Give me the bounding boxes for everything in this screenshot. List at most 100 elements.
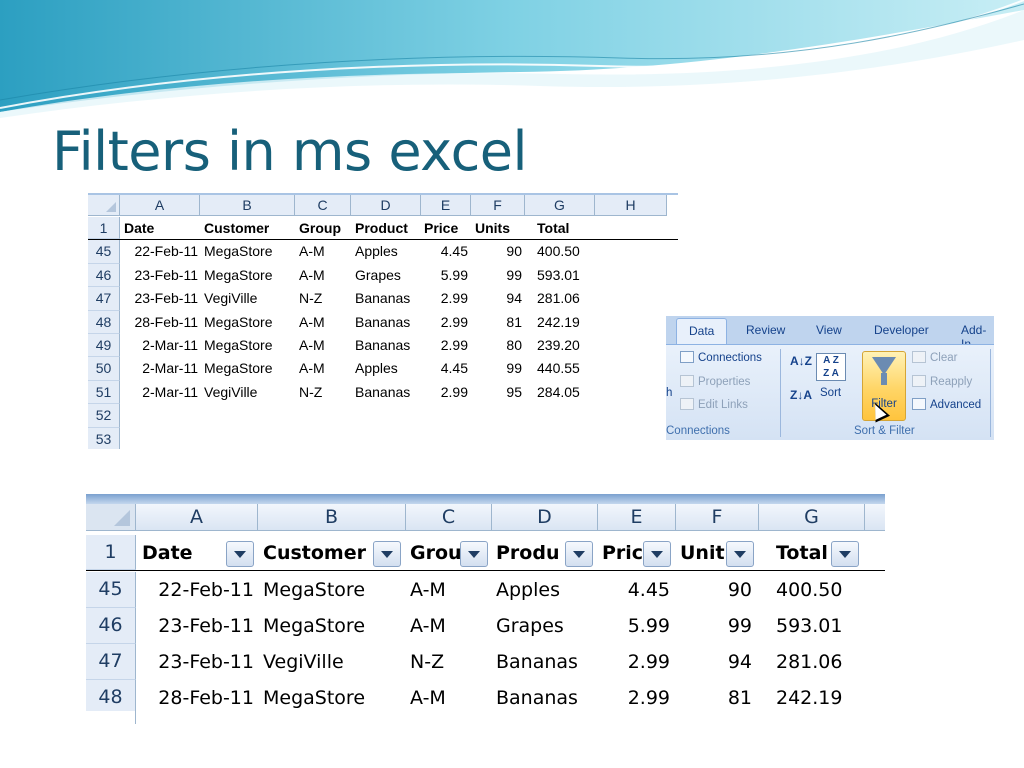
cell-group[interactable]: A-M <box>299 357 325 380</box>
column-header-A[interactable]: A <box>136 504 258 531</box>
cell-header-customer[interactable]: Customer <box>204 217 269 239</box>
cell-product[interactable]: Apples <box>492 572 564 608</box>
cell-units[interactable]: 99 <box>471 264 522 287</box>
cell-product[interactable]: Apples <box>355 357 398 380</box>
cell-date[interactable]: 22-Feb-11 <box>136 572 258 608</box>
filter-dropdown-total[interactable] <box>831 541 859 567</box>
cell-date[interactable]: 23-Feb-11 <box>136 608 258 644</box>
column-header-F[interactable]: F <box>676 504 759 531</box>
column-header-E[interactable]: E <box>421 195 471 216</box>
tab-developer[interactable]: Developer <box>874 323 929 337</box>
cell-group[interactable]: A-M <box>406 608 450 644</box>
row-header[interactable]: 52 <box>88 404 120 428</box>
cell-units[interactable]: 99 <box>471 357 522 380</box>
filter-dropdown-date[interactable] <box>226 541 254 567</box>
reapply-button[interactable]: Reapply <box>912 375 972 388</box>
cell-total[interactable]: 593.01 <box>537 264 580 287</box>
cell-product[interactable]: Grapes <box>492 608 568 644</box>
cell-customer[interactable]: MegaStore <box>259 608 369 644</box>
column-header-H[interactable]: H <box>595 195 667 216</box>
column-header-A[interactable]: A <box>120 195 200 216</box>
cell-product[interactable]: Grapes <box>355 264 401 287</box>
cell-header-group[interactable]: Grou <box>406 535 462 570</box>
cell-units[interactable]: 90 <box>676 572 756 608</box>
sort-descending-button[interactable]: Z↓A <box>790 389 812 402</box>
cell-total[interactable]: 284.05 <box>537 381 580 404</box>
cell-total[interactable]: 281.06 <box>772 644 846 680</box>
cell-price[interactable]: 5.99 <box>421 264 468 287</box>
filter-dropdown-price[interactable] <box>643 541 671 567</box>
cell-group[interactable]: A-M <box>406 572 450 608</box>
sort-ascending-button[interactable]: A↓Z <box>790 355 812 368</box>
row-header[interactable]: 47 <box>88 287 120 311</box>
filter-dropdown-group[interactable] <box>460 541 488 567</box>
cell-total[interactable]: 593.01 <box>772 608 846 644</box>
cell-header-product[interactable]: Product <box>355 217 408 239</box>
column-header-B[interactable]: B <box>200 195 295 216</box>
column-header-F[interactable]: F <box>471 195 525 216</box>
row-header[interactable]: 47 <box>86 644 136 680</box>
cell-product[interactable]: Bananas <box>355 334 410 357</box>
cell-header-total[interactable]: Total <box>772 535 834 570</box>
cell-header-total[interactable]: Total <box>537 217 569 239</box>
filter-dropdown-product[interactable] <box>565 541 593 567</box>
filter-dropdown-units[interactable] <box>726 541 754 567</box>
cell-customer[interactable]: VegiVille <box>204 287 257 310</box>
cell-group[interactable]: N-Z <box>299 287 322 310</box>
cell-price[interactable]: 2.99 <box>421 311 468 334</box>
cell-customer[interactable]: MegaStore <box>204 357 272 380</box>
cell-customer[interactable]: MegaStore <box>204 334 272 357</box>
cell-customer[interactable]: MegaStore <box>259 680 369 716</box>
cell-price[interactable]: 2.99 <box>421 287 468 310</box>
cell-product[interactable]: Apples <box>355 240 398 263</box>
tab-view[interactable]: View <box>816 323 842 337</box>
cell-date[interactable]: 23-Feb-11 <box>122 287 198 310</box>
column-header-E[interactable]: E <box>598 504 676 531</box>
cell-product[interactable]: Bananas <box>355 381 410 404</box>
column-header-D[interactable]: D <box>492 504 598 531</box>
cell-price[interactable]: 4.45 <box>421 240 468 263</box>
column-header-D[interactable]: D <box>351 195 421 216</box>
select-all-corner[interactable] <box>86 504 136 531</box>
cell-customer[interactable]: MegaStore <box>204 311 272 334</box>
row-header[interactable]: 50 <box>88 357 120 381</box>
cell-total[interactable]: 242.19 <box>772 680 846 716</box>
cell-date[interactable]: 23-Feb-11 <box>122 264 198 287</box>
partial-button-label[interactable]: h <box>666 387 672 399</box>
cell-product[interactable]: Bananas <box>492 680 582 716</box>
cell-group[interactable]: A-M <box>299 311 325 334</box>
row-header[interactable]: 49 <box>88 334 120 358</box>
cell-units[interactable]: 95 <box>471 381 522 404</box>
row-header[interactable]: 46 <box>86 608 136 644</box>
cell-units[interactable]: 94 <box>471 287 522 310</box>
cell-units[interactable]: 94 <box>676 644 756 680</box>
properties-button[interactable]: Properties <box>680 375 750 388</box>
column-header-B[interactable]: B <box>258 504 406 531</box>
row-header[interactable]: 45 <box>86 572 136 608</box>
cell-units[interactable]: 81 <box>471 311 522 334</box>
cell-price[interactable]: 4.45 <box>598 572 674 608</box>
row-header[interactable]: 48 <box>88 310 120 334</box>
cell-customer[interactable]: VegiVille <box>204 381 257 404</box>
cell-header-date[interactable]: Date <box>124 217 154 239</box>
sort-button-label[interactable]: Sort <box>820 387 841 399</box>
connections-button[interactable]: Connections <box>680 351 762 364</box>
cell-total[interactable]: 281.06 <box>537 287 580 310</box>
cell-units[interactable]: 80 <box>471 334 522 357</box>
cell-units[interactable]: 90 <box>471 240 522 263</box>
cell-header-price[interactable]: Price <box>424 217 458 239</box>
cell-product[interactable]: Bananas <box>355 311 410 334</box>
cell-customer[interactable]: VegiVille <box>259 644 348 680</box>
cell-price[interactable]: 2.99 <box>598 644 674 680</box>
edit-links-button[interactable]: Edit Links <box>680 398 748 411</box>
column-header-H[interactable] <box>865 504 885 531</box>
cell-total[interactable]: 400.50 <box>537 240 580 263</box>
column-header-C[interactable]: C <box>295 195 351 216</box>
cell-date[interactable]: 2-Mar-11 <box>122 334 198 357</box>
row-header[interactable]: 53 <box>88 427 120 449</box>
row-header[interactable]: 45 <box>88 240 120 264</box>
cell-price[interactable]: 2.99 <box>421 334 468 357</box>
cell-price[interactable]: 4.45 <box>421 357 468 380</box>
column-header-G[interactable]: G <box>525 195 595 216</box>
cell-header-group[interactable]: Group <box>299 217 341 239</box>
